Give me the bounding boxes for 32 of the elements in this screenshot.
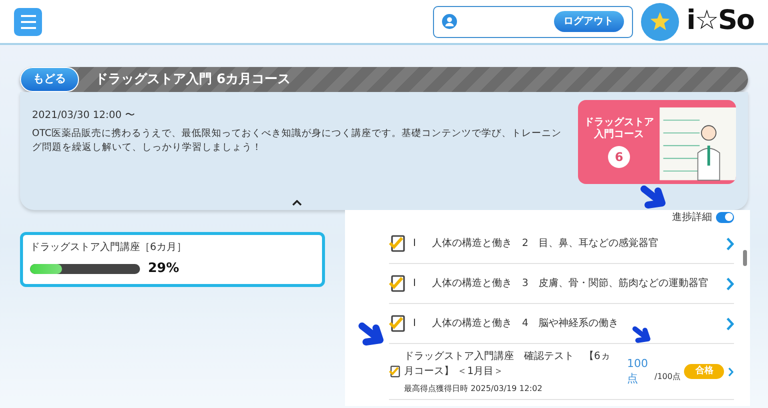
progress-title: ドラッグストア入門講座［6カ月］ bbox=[30, 240, 188, 255]
pass-badge: 合格 bbox=[684, 364, 724, 380]
test-title: ドラッグストア入門講座 確認テスト 【6ヵ月コース】 ＜1月目＞ bbox=[404, 350, 612, 378]
lesson-title: 人体の構造と働き 2 目、鼻、耳などの感覚器官 bbox=[432, 236, 658, 251]
lesson-number: I bbox=[413, 277, 416, 291]
chevron-icon[interactable] bbox=[726, 236, 734, 250]
lesson-number: I bbox=[413, 317, 416, 331]
chevron-icon[interactable] bbox=[726, 276, 734, 290]
toggle-label: 進捗詳細 bbox=[672, 210, 712, 224]
course-number: 6 bbox=[608, 146, 630, 168]
score: 100点 bbox=[627, 357, 650, 386]
logo-text: i☆So bbox=[686, 4, 754, 38]
menu-button[interactable] bbox=[14, 8, 42, 36]
score-date: 最高得点獲得日時 2025/03/19 12:02 bbox=[404, 382, 544, 394]
back-button[interactable]: もどる bbox=[20, 67, 79, 92]
progress-percent: 29% bbox=[148, 260, 180, 278]
person-icon bbox=[442, 14, 457, 29]
progress-card[interactable]: ドラッグストア入門講座［6カ月］ 29% bbox=[20, 232, 325, 286]
logout-button[interactable]: ログアウト bbox=[554, 11, 624, 32]
progress-detail-toggle[interactable] bbox=[716, 212, 734, 222]
collapse-icon[interactable] bbox=[292, 200, 302, 206]
thumbnail-title: ドラッグストア入門コース bbox=[583, 116, 655, 142]
course-description: OTC医薬品販売に携わるうえで、最低限知っておくべき知識が身につく講座です。基礎コンテンツで学び、トレーニング問題を繰返し解いて、しっかり学習しましょう！ bbox=[32, 127, 562, 155]
lesson-title: 人体の構造と働き 4 脳や神経系の働き bbox=[432, 316, 618, 331]
logo-icon bbox=[640, 2, 679, 40]
chevron-icon[interactable] bbox=[726, 316, 734, 330]
scrollbar[interactable] bbox=[743, 250, 747, 266]
course-title: ドラッグストア入門 6カ月コース bbox=[95, 70, 291, 89]
course-date: 2021/03/30 12:00 〜 bbox=[32, 109, 136, 123]
score-total: /100点 bbox=[654, 371, 680, 383]
lesson-title: 人体の構造と働き 3 皮膚、骨・関節、筋肉などの運動器官 bbox=[432, 276, 708, 291]
lesson-number: I bbox=[413, 237, 416, 251]
